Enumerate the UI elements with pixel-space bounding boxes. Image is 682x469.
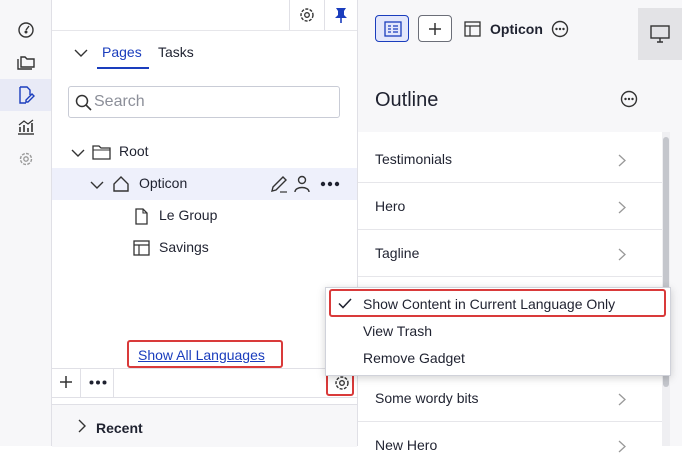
chevron-right-icon: [618, 154, 626, 167]
tree-item-savings[interactable]: Savings: [52, 232, 357, 264]
page-icon: [135, 208, 148, 225]
outline-item-label: Some wordy bits: [375, 390, 479, 406]
menu-item-label: Remove Gadget: [363, 350, 465, 366]
tree-item-label: Opticon: [139, 175, 188, 191]
desktop-icon: [650, 25, 670, 43]
active-tab-indicator: [97, 67, 149, 69]
outline-item[interactable]: Tagline: [358, 230, 662, 277]
chevron-right-icon: [618, 248, 626, 261]
outline-item[interactable]: Testimonials: [358, 136, 662, 183]
tree-item-label: Savings: [159, 239, 209, 255]
highlight-box: [329, 289, 666, 317]
outline-title: Outline: [375, 89, 439, 111]
tab-pages[interactable]: Pages: [102, 44, 142, 60]
context-title: Opticon: [490, 21, 543, 37]
divider: [324, 0, 325, 30]
outline-item[interactable]: Hero: [358, 183, 662, 230]
highlight-box: [127, 340, 283, 368]
gear-icon: [19, 152, 32, 166]
pin-button[interactable]: [333, 6, 349, 24]
more-icon[interactable]: [320, 181, 340, 187]
tree-item-opticon[interactable]: Opticon: [52, 168, 357, 200]
outline-item-label: Tagline: [375, 245, 420, 261]
chevron-right-icon: [78, 419, 86, 433]
edit-page-icon: [18, 86, 35, 104]
folder-icon: [92, 145, 111, 160]
outline-item-label: Testimonials: [375, 151, 453, 167]
more-button[interactable]: [89, 380, 107, 385]
pin-icon: [335, 8, 347, 23]
tree-item-label: Le Group: [159, 207, 218, 223]
divider: [80, 369, 81, 397]
rail-assets[interactable]: [0, 47, 51, 79]
chevron-right-icon: [618, 440, 626, 453]
navigation-pane: Pages Tasks Root Opticon: [52, 0, 358, 447]
tab-tasks[interactable]: Tasks: [158, 44, 194, 60]
pencil-icon[interactable]: [270, 175, 288, 193]
search-box: [68, 86, 340, 118]
gear-icon: [300, 8, 314, 22]
rail-settings[interactable]: [0, 143, 51, 175]
outline-header: Outline: [358, 68, 670, 130]
menu-item-view-trash[interactable]: View Trash: [326, 320, 670, 346]
divider: [113, 369, 114, 397]
tree-item-root[interactable]: Root: [52, 136, 357, 168]
assets-pane: Opticon Outline Testimonials Hero Taglin…: [358, 0, 682, 453]
layout-icon: [464, 21, 481, 37]
chevron-right-icon: [618, 201, 626, 214]
rail-dashboard[interactable]: [0, 14, 51, 46]
folders-icon: [16, 56, 35, 70]
recent-section[interactable]: Recent: [52, 404, 357, 447]
dashboard-icon: [17, 22, 34, 38]
nav-settings-button[interactable]: [298, 6, 316, 24]
plus-icon: [60, 376, 72, 388]
tree-item-label: Root: [119, 143, 149, 159]
more-circle-icon[interactable]: [551, 20, 569, 38]
outline-item[interactable]: Some wordy bits: [358, 375, 662, 422]
rail-reports[interactable]: [0, 111, 51, 143]
rail-edit[interactable]: [0, 79, 51, 111]
outline-item-label: Hero: [375, 198, 406, 214]
search-icon: [75, 94, 92, 111]
context-menu: Show Content in Current Language Only Vi…: [325, 287, 671, 376]
menu-item-label: View Trash: [363, 323, 432, 339]
collapse-tabs-button[interactable]: [74, 48, 88, 58]
more-circle-icon[interactable]: [620, 90, 638, 108]
more-icon: [89, 380, 107, 385]
preview-button[interactable]: [638, 8, 682, 60]
chevron-down-icon[interactable]: [90, 180, 104, 190]
chart-icon: [17, 119, 34, 135]
list-tree-icon: [384, 21, 402, 37]
user-icon[interactable]: [294, 175, 310, 193]
left-rail: [0, 0, 52, 446]
chevron-down-icon[interactable]: [71, 148, 85, 158]
layout-icon: [133, 240, 150, 256]
outline-item-label: New Hero: [375, 437, 438, 453]
tree-item-le-group[interactable]: Le Group: [52, 200, 357, 232]
chevron-right-icon: [618, 393, 626, 406]
recent-label: Recent: [96, 420, 143, 436]
nav-topbar: [52, 0, 357, 31]
chevron-down-icon: [74, 49, 88, 57]
menu-item-remove-gadget[interactable]: Remove Gadget: [326, 347, 670, 373]
divider: [289, 0, 290, 30]
nav-bottom-toolbar: [52, 368, 357, 398]
add-button[interactable]: [59, 375, 73, 389]
home-icon: [113, 176, 129, 192]
search-input[interactable]: [94, 92, 324, 112]
add-block-button[interactable]: [418, 15, 452, 42]
plus-icon: [429, 23, 441, 35]
outline-view-button[interactable]: [375, 15, 409, 42]
